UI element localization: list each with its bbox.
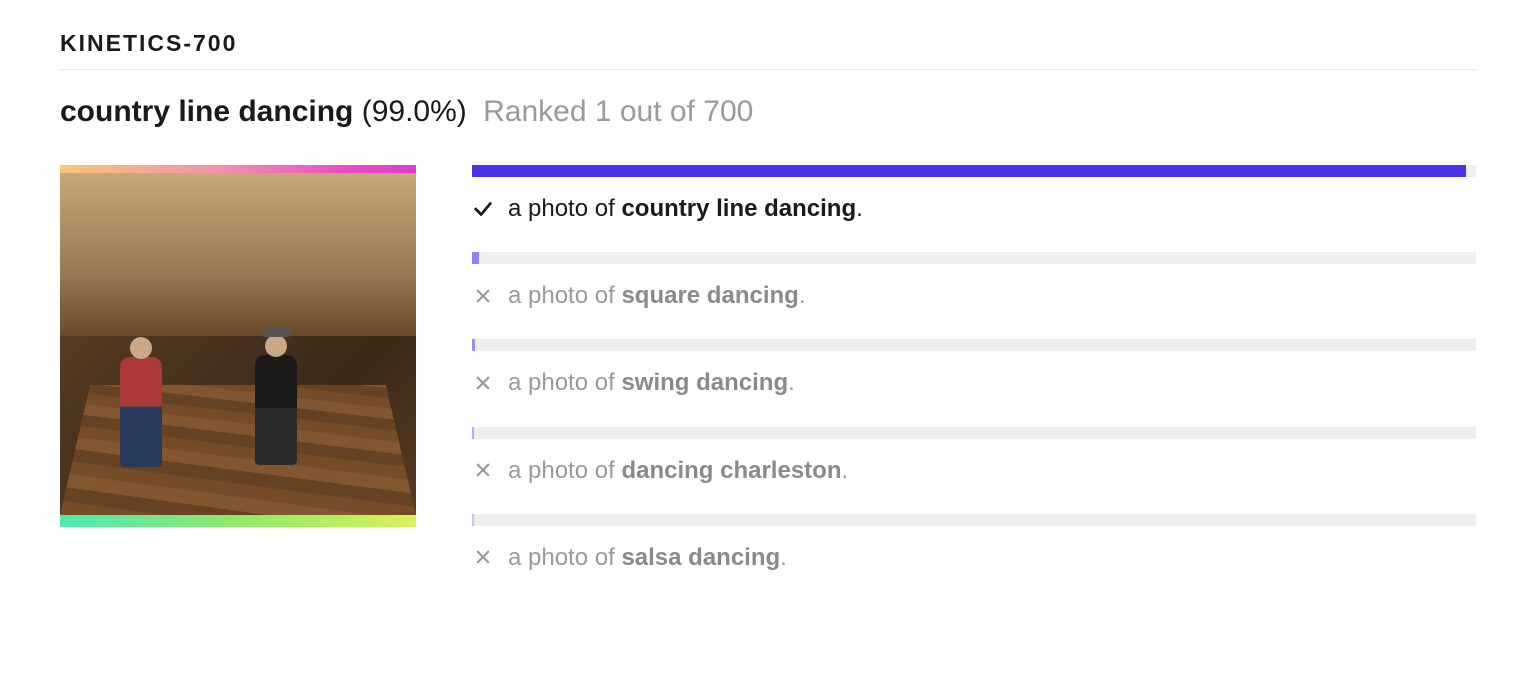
score-bar-track bbox=[472, 514, 1476, 526]
score-bar-fill bbox=[472, 339, 475, 351]
prediction-row: a photo of square dancing. bbox=[472, 252, 1476, 311]
prediction-caption: a photo of salsa dancing. bbox=[508, 542, 787, 573]
caption-period: . bbox=[856, 195, 863, 222]
check-icon bbox=[472, 198, 494, 220]
prediction-row: a photo of dancing charleston. bbox=[472, 427, 1476, 486]
result-rank: Ranked 1 out of 700 bbox=[483, 95, 753, 128]
cross-icon bbox=[472, 374, 494, 392]
caption-prefix: a photo of bbox=[508, 457, 621, 484]
prediction-caption: a photo of swing dancing. bbox=[508, 367, 795, 398]
dataset-title: KINETICS-700 bbox=[60, 30, 1476, 70]
score-bar-fill bbox=[472, 252, 479, 264]
prediction-caption-line: a photo of salsa dancing. bbox=[472, 542, 1476, 573]
caption-label: salsa dancing bbox=[621, 544, 780, 571]
prediction-caption: a photo of square dancing. bbox=[508, 280, 805, 311]
prediction-caption: a photo of dancing charleston. bbox=[508, 455, 848, 486]
caption-label: dancing charleston bbox=[621, 457, 841, 484]
score-bar-fill bbox=[472, 514, 474, 526]
sample-image bbox=[60, 165, 416, 527]
result-label: country line dancing bbox=[60, 95, 353, 128]
cross-icon bbox=[472, 548, 494, 566]
content-row: a photo of country line dancing.a photo … bbox=[60, 165, 1476, 601]
caption-label: square dancing bbox=[621, 282, 798, 309]
caption-prefix: a photo of bbox=[508, 195, 621, 222]
caption-period: . bbox=[841, 457, 848, 484]
caption-prefix: a photo of bbox=[508, 544, 621, 571]
result-score: (99.0%) bbox=[362, 95, 467, 128]
score-bar-track bbox=[472, 252, 1476, 264]
caption-prefix: a photo of bbox=[508, 282, 621, 309]
caption-label: country line dancing bbox=[621, 195, 856, 222]
caption-period: . bbox=[799, 282, 806, 309]
prediction-caption-line: a photo of swing dancing. bbox=[472, 367, 1476, 398]
prediction-caption-line: a photo of dancing charleston. bbox=[472, 455, 1476, 486]
prediction-row: a photo of country line dancing. bbox=[472, 165, 1476, 224]
prediction-caption: a photo of country line dancing. bbox=[508, 193, 863, 224]
prediction-row: a photo of salsa dancing. bbox=[472, 514, 1476, 573]
image-column bbox=[60, 165, 416, 527]
cross-icon bbox=[472, 461, 494, 479]
predictions-column: a photo of country line dancing.a photo … bbox=[472, 165, 1476, 601]
caption-period: . bbox=[780, 544, 787, 571]
score-bar-fill bbox=[472, 165, 1466, 177]
caption-prefix: a photo of bbox=[508, 369, 621, 396]
score-bar-track bbox=[472, 339, 1476, 351]
prediction-row: a photo of swing dancing. bbox=[472, 339, 1476, 398]
caption-period: . bbox=[788, 369, 795, 396]
prediction-caption-line: a photo of square dancing. bbox=[472, 280, 1476, 311]
score-bar-fill bbox=[472, 427, 474, 439]
cross-icon bbox=[472, 287, 494, 305]
prediction-caption-line: a photo of country line dancing. bbox=[472, 193, 1476, 224]
result-header: country line dancing (99.0%) Ranked 1 ou… bbox=[60, 92, 1476, 131]
caption-label: swing dancing bbox=[621, 369, 788, 396]
score-bar-track bbox=[472, 427, 1476, 439]
score-bar-track bbox=[472, 165, 1476, 177]
